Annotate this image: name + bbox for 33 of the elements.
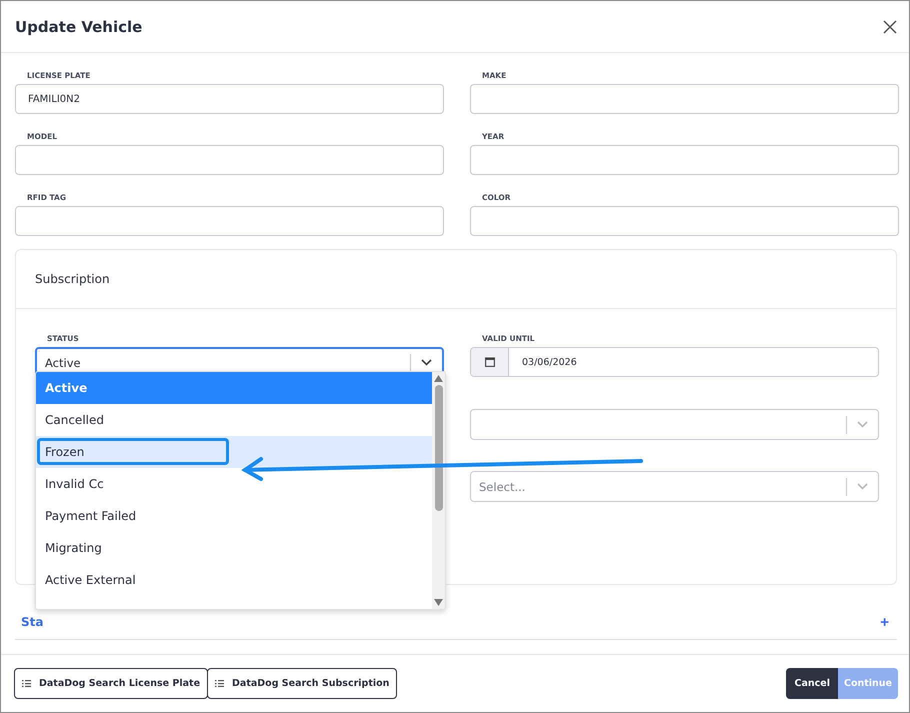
close-button[interactable] <box>881 18 899 36</box>
scroll-down-icon[interactable] <box>434 599 443 606</box>
datadog-search-button[interactable]: DataDog Search Subscription <box>207 668 398 699</box>
expand-button[interactable]: + <box>880 614 889 630</box>
text-field[interactable] <box>470 145 899 175</box>
text-field[interactable]: FAMILI0N2 <box>15 84 444 114</box>
calendar-icon <box>484 357 494 367</box>
dropdown-option[interactable]: Migrating <box>36 532 432 564</box>
dialog-title: Update Vehicle <box>15 18 142 36</box>
text-field[interactable] <box>15 206 444 236</box>
chevron-down-icon <box>421 359 432 366</box>
datadog-search-button[interactable]: DataDog Search License Plate <box>14 668 208 699</box>
scrollbar[interactable] <box>432 372 445 609</box>
select-field[interactable] <box>470 409 879 440</box>
chevron-down-icon <box>857 421 868 428</box>
dropdown-option[interactable]: Cancelled <box>36 404 432 436</box>
scroll-up-icon[interactable] <box>434 375 443 382</box>
text-field[interactable] <box>470 206 899 236</box>
list-icon <box>215 680 224 687</box>
dropdown-option[interactable]: Payment Failed <box>36 500 432 532</box>
dropdown-option[interactable]: Active External <box>36 564 432 596</box>
date-field[interactable]: 03/06/2026 <box>470 347 879 377</box>
list-icon <box>22 680 31 687</box>
cancel-button[interactable]: Cancel <box>786 668 838 699</box>
card-title: Subscription <box>35 272 110 286</box>
section-title: Sta <box>21 615 44 629</box>
text-field[interactable] <box>15 145 444 175</box>
dropdown-option[interactable]: Frozen <box>36 436 432 468</box>
chevron-down-icon <box>857 483 868 490</box>
dropdown-option[interactable]: Invalid Cc <box>36 468 432 500</box>
dropdown-option[interactable]: Active <box>36 372 432 404</box>
text-field[interactable] <box>470 84 899 114</box>
promotion-select[interactable]: Select... <box>470 471 879 502</box>
